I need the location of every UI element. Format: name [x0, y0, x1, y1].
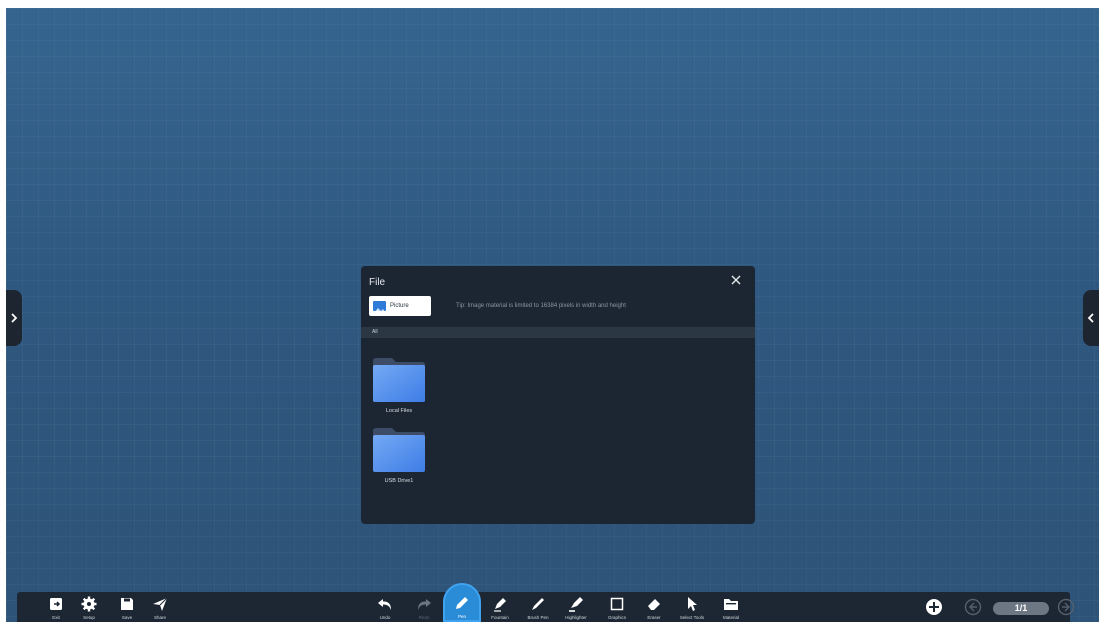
redo-label: Redo: [418, 615, 430, 620]
setup-button[interactable]: Setup: [71, 592, 107, 622]
brush-pen-icon: [532, 598, 544, 610]
eraser-label: Eraser: [647, 615, 661, 620]
share-icon: [153, 597, 168, 611]
graphics-label: Graphics: [607, 615, 626, 620]
left-panel-toggle[interactable]: [6, 290, 22, 346]
material-label: Material: [722, 615, 739, 620]
tab-picture[interactable]: Picture: [369, 296, 431, 316]
highlighter-icon: [569, 597, 583, 612]
tab-picture-label: Picture: [390, 303, 409, 309]
undo-label: Undo: [379, 615, 391, 620]
bottom-toolbar: Exit Setup Save Share Undo Redo Fountain…: [17, 592, 1070, 622]
folder-icon: [724, 599, 738, 610]
folder-local-files[interactable]: Local Files: [371, 357, 427, 414]
image-icon: [373, 301, 386, 311]
tip-text: Tip: Image material is limited to 16384 …: [456, 303, 626, 309]
close-icon[interactable]: [729, 273, 743, 287]
cursor-icon: [688, 597, 697, 611]
pen-label: Pen: [457, 614, 466, 619]
chevron-right-icon: [11, 313, 18, 323]
pen-button[interactable]: Pen: [443, 583, 481, 622]
brush-pen-button[interactable]: Brush Pen: [520, 592, 556, 622]
material-button[interactable]: Material: [713, 592, 749, 622]
square-icon: [610, 597, 624, 611]
select-tools-button[interactable]: Select Tools: [674, 592, 710, 622]
exit-label: Exit: [52, 615, 60, 620]
page-indicator[interactable]: 1/1: [993, 602, 1049, 615]
pen-icon: [456, 597, 468, 609]
file-dialog: File Picture Tip: Image material is limi…: [361, 266, 755, 524]
exit-button[interactable]: Exit: [38, 592, 74, 622]
fountain-pen-button[interactable]: Fountain: [482, 592, 518, 622]
share-label: Share: [153, 615, 166, 620]
fountain-label: Fountain: [491, 615, 509, 620]
save-icon: [121, 598, 133, 610]
select-tools-label: Select Tools: [679, 615, 705, 620]
dialog-title: File: [369, 277, 386, 288]
exit-icon: [50, 598, 62, 610]
folder-label: USB Drive1: [384, 478, 414, 484]
highlighter-label: Highlighter: [565, 615, 587, 620]
graphics-button[interactable]: Graphics: [599, 592, 635, 622]
highlighter-button[interactable]: Highlighter: [558, 592, 594, 622]
chevron-left-icon: [1087, 313, 1094, 323]
add-page-icon[interactable]: [925, 598, 943, 616]
setup-label: Setup: [83, 615, 95, 620]
fountain-pen-icon: [494, 598, 506, 612]
undo-button[interactable]: Undo: [367, 592, 403, 622]
right-panel-toggle[interactable]: [1083, 290, 1099, 346]
next-page-icon[interactable]: [1057, 598, 1075, 616]
folder-usb-drive1[interactable]: USB Drive1: [371, 427, 427, 484]
brush-pen-label: Brush Pen: [527, 615, 549, 620]
breadcrumb: All: [361, 327, 755, 338]
redo-button[interactable]: Redo: [406, 592, 442, 622]
save-button[interactable]: Save: [109, 592, 145, 622]
undo-icon: [378, 599, 391, 610]
folder-label: Local Files: [385, 408, 413, 414]
eraser-button[interactable]: Eraser: [636, 592, 672, 622]
eraser-icon: [648, 599, 660, 610]
redo-icon: [418, 599, 431, 610]
folder-icon: [373, 358, 425, 402]
share-button[interactable]: Share: [142, 592, 178, 622]
gear-icon: [81, 596, 97, 612]
breadcrumb-all[interactable]: All: [372, 329, 378, 335]
save-label: Save: [121, 615, 133, 620]
previous-page-icon[interactable]: [964, 598, 982, 616]
folder-icon: [373, 428, 425, 472]
